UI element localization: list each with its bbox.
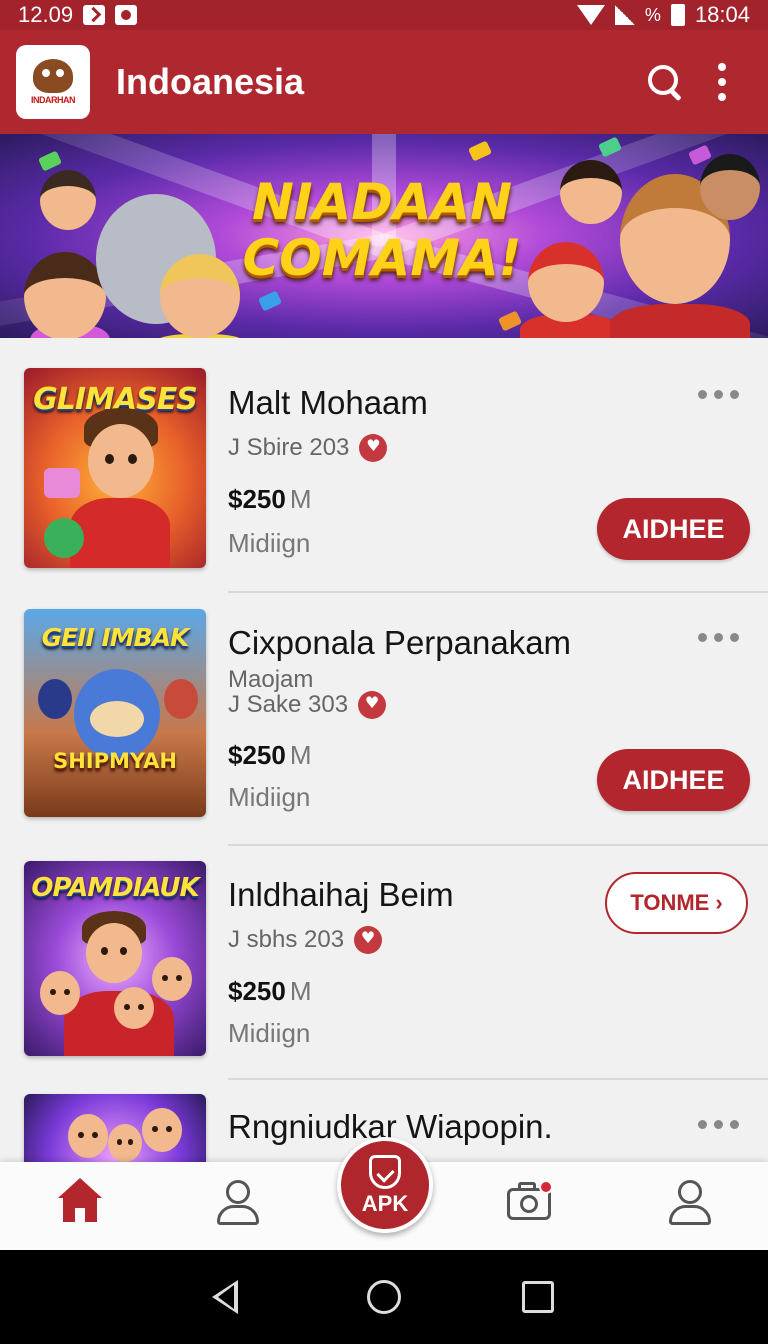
nav-user[interactable] bbox=[208, 1178, 268, 1234]
app-bar: INDARHAN Indoanesia bbox=[0, 30, 768, 134]
item-thumbnail[interactable]: OPAMDIAUK bbox=[24, 861, 206, 1056]
status-time-right: 18:04 bbox=[694, 2, 750, 27]
more-vert-icon[interactable] bbox=[718, 63, 726, 101]
more-options-icon[interactable] bbox=[698, 633, 739, 642]
screen: 12.09 % 18:04 INDARHAN Indoanesia NIADAA… bbox=[0, 0, 768, 1344]
promo-banner[interactable]: NIADAAN COMAMA! bbox=[0, 134, 768, 338]
logo-text: INDARHAN bbox=[31, 95, 76, 105]
notification-record-icon bbox=[115, 5, 138, 25]
item-meta-text: J sbhs 203 bbox=[228, 926, 345, 953]
item-thumbnail[interactable]: GLIMASES bbox=[24, 368, 206, 568]
item-title[interactable]: Inldhaihaj Beim bbox=[228, 876, 454, 914]
item-price: $250 M bbox=[228, 484, 312, 515]
item-subtitle: Maojam bbox=[228, 666, 314, 693]
banner-title: NIADAAN COMAMA! bbox=[232, 174, 532, 286]
thumbnail-title: GEII IMBAK bbox=[41, 623, 190, 652]
signal-icon bbox=[614, 5, 635, 25]
battery-icon bbox=[670, 4, 685, 26]
app-logo: INDARHAN bbox=[16, 45, 90, 119]
system-nav-bar bbox=[0, 1250, 768, 1344]
item-meta-text: J Sbire 203 bbox=[228, 434, 350, 461]
item-price: $250 M bbox=[228, 976, 312, 1007]
back-icon[interactable] bbox=[212, 1280, 238, 1314]
price-unit: M bbox=[289, 976, 312, 1006]
price-value: $250 bbox=[228, 740, 286, 770]
thumbnail-subtitle: SHIPMYAH bbox=[53, 749, 177, 773]
item-meta: J sbhs 203 bbox=[228, 926, 383, 954]
search-icon[interactable] bbox=[646, 63, 684, 101]
action-button[interactable]: AIDHEE bbox=[597, 749, 750, 811]
system-home-icon[interactable] bbox=[367, 1280, 401, 1314]
item-note: Midiign bbox=[228, 1018, 311, 1048]
item-thumbnail[interactable]: GEII IMBAK SHIPMYAH bbox=[24, 609, 206, 817]
nav-camera[interactable] bbox=[500, 1178, 560, 1234]
apk-shield-icon bbox=[369, 1155, 401, 1189]
status-bar: 12.09 % 18:04 bbox=[0, 0, 768, 30]
apk-label: APK bbox=[361, 1191, 409, 1216]
banner-title-line1: NIADAAN bbox=[252, 173, 512, 231]
nav-profile[interactable] bbox=[660, 1178, 720, 1234]
recent-apps-icon[interactable] bbox=[522, 1281, 554, 1313]
item-note: Midiign bbox=[228, 782, 311, 812]
nav-home[interactable] bbox=[50, 1178, 110, 1234]
battery-percent: % bbox=[644, 4, 661, 25]
item-title[interactable]: Malt Mohaam bbox=[228, 384, 428, 422]
price-unit: M bbox=[289, 740, 312, 770]
item-meta: J Sbire 203 bbox=[228, 434, 388, 462]
action-button-label: TONME bbox=[630, 890, 710, 915]
heart-badge-icon bbox=[354, 926, 383, 954]
heart-badge-icon bbox=[359, 434, 388, 462]
divider bbox=[228, 591, 768, 593]
heart-badge-icon bbox=[358, 691, 387, 719]
price-value: $250 bbox=[228, 484, 286, 514]
item-meta-text: J Sake 303 bbox=[228, 691, 349, 718]
thumbnail-title: OPAMDIAUK bbox=[31, 873, 199, 903]
chevron-right-icon: › bbox=[715, 890, 723, 915]
notification-arrow-icon bbox=[83, 5, 106, 25]
item-price: $250 M bbox=[228, 740, 312, 771]
notification-dot bbox=[539, 1180, 553, 1194]
app-title: Indoanesia bbox=[116, 61, 305, 102]
divider bbox=[228, 1078, 768, 1080]
action-button-outline[interactable]: TONME › bbox=[605, 872, 748, 934]
divider bbox=[228, 844, 768, 846]
price-unit: M bbox=[289, 484, 312, 514]
banner-title-line2: COMAMA! bbox=[242, 229, 522, 287]
price-value: $250 bbox=[228, 976, 286, 1006]
logo-mascot-icon bbox=[33, 59, 73, 93]
item-note: Midiign bbox=[228, 528, 311, 558]
apk-button[interactable]: APK bbox=[337, 1137, 433, 1233]
more-options-icon[interactable] bbox=[698, 1120, 739, 1129]
item-title[interactable]: Cixponala Perpanakam bbox=[228, 624, 571, 662]
wifi-icon bbox=[576, 5, 605, 25]
status-time-left: 12.09 bbox=[18, 2, 74, 27]
action-button[interactable]: AIDHEE bbox=[597, 498, 750, 560]
item-meta: J Sake 303 bbox=[228, 691, 387, 719]
more-options-icon[interactable] bbox=[698, 390, 739, 399]
